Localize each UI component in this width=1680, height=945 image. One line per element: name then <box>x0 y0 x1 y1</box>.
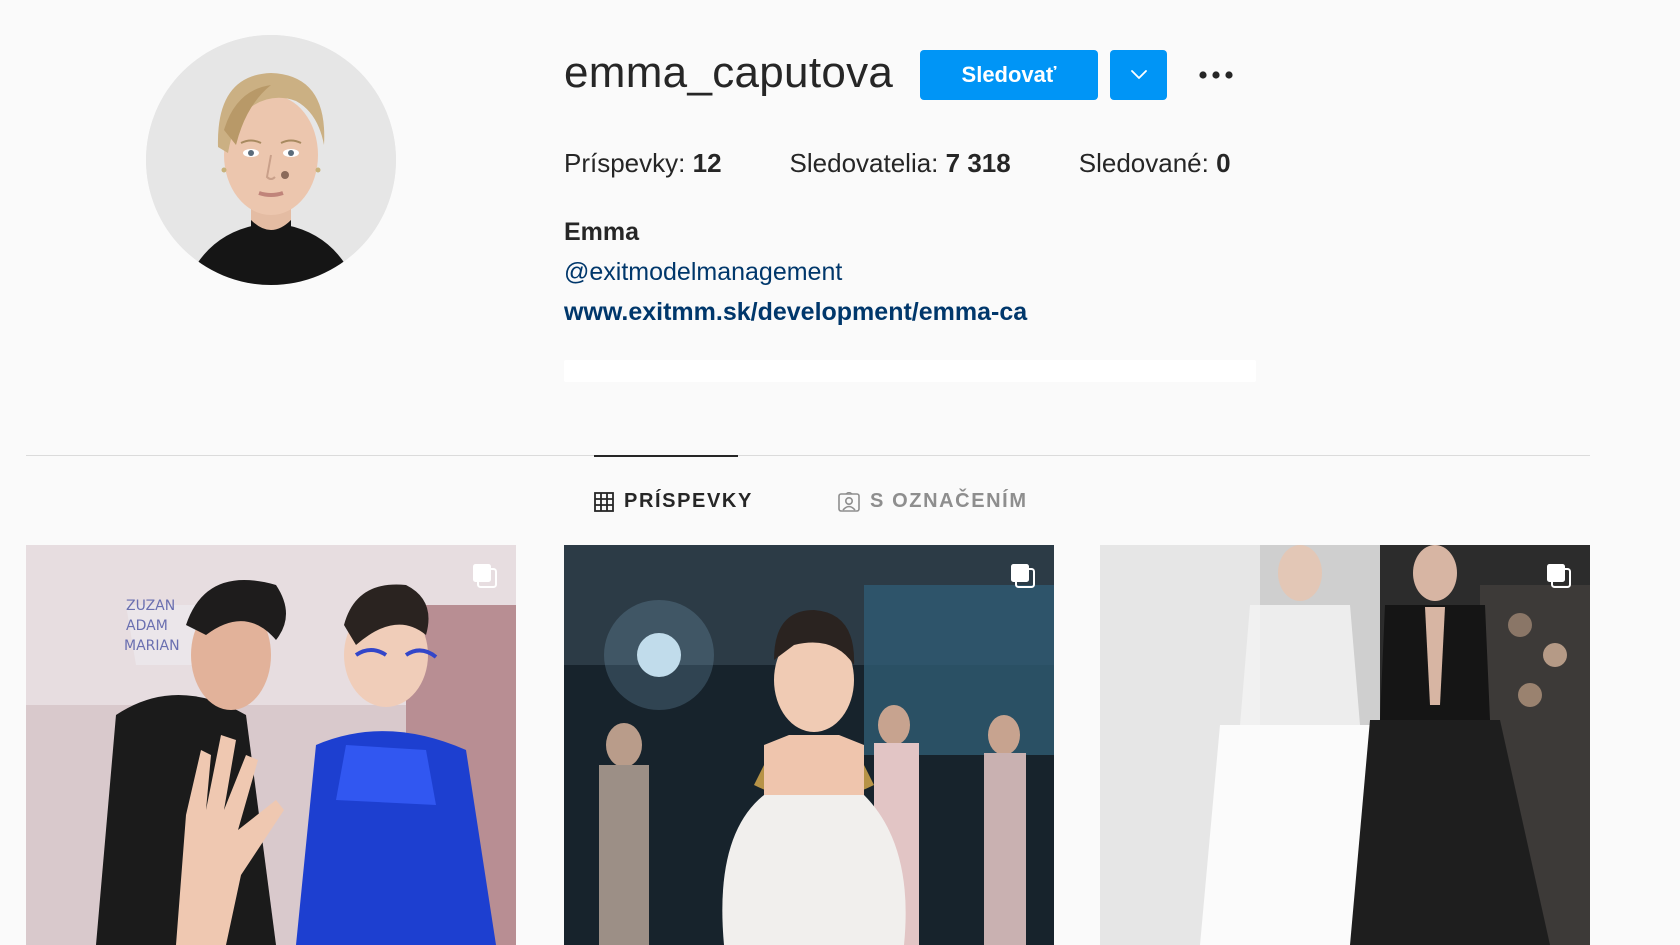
followers-count[interactable]: Sledovatelia: 7 318 <box>790 148 1011 179</box>
following-label: Sledované: <box>1078 148 1209 178</box>
post-tile[interactable] <box>564 545 1054 945</box>
post-image: ZUZAN ADAM MARIAN <box>26 545 516 945</box>
tab-posts-label: PRÍSPEVKY <box>624 490 753 512</box>
follow-button[interactable]: Sledovať <box>920 50 1098 100</box>
svg-text:ZUZAN: ZUZAN <box>126 598 175 614</box>
tabs-divider <box>26 455 1590 456</box>
post-tile[interactable] <box>1100 545 1590 945</box>
profile-avatar[interactable] <box>146 35 396 285</box>
following-count[interactable]: Sledované: 0 <box>1079 148 1231 179</box>
multiple-posts-icon <box>1011 564 1035 588</box>
post-image <box>1100 545 1590 945</box>
multiple-posts-icon <box>1547 564 1571 588</box>
posts-value: 12 <box>692 148 722 178</box>
following-value: 0 <box>1216 148 1231 178</box>
posts-label: Príspevky: <box>564 148 686 178</box>
grid-icon <box>594 491 614 512</box>
multiple-posts-icon <box>473 564 497 588</box>
tab-posts[interactable]: PRÍSPEVKY <box>594 490 753 513</box>
bio-placeholder <box>564 360 1256 382</box>
tagged-user-icon <box>838 491 860 512</box>
tab-tagged-label: S OZNAČENÍM <box>870 490 1028 512</box>
svg-text:ADAM: ADAM <box>126 618 168 634</box>
profile-stats: Príspevky: 12 Sledovatelia: 7 318 Sledov… <box>564 148 1299 179</box>
more-options-icon <box>1199 71 1233 79</box>
more-options-button[interactable] <box>1196 58 1236 92</box>
bio-website-link[interactable]: www.exitmm.sk/development/emma-ca <box>564 298 1027 327</box>
followers-value: 7 318 <box>945 148 1011 178</box>
post-image <box>564 545 1054 945</box>
profile-username: emma_caputova <box>564 48 894 97</box>
chevron-down-icon <box>1130 70 1147 79</box>
followers-label: Sledovatelia: <box>789 148 939 178</box>
bio-mention-link[interactable]: @exitmodelmanagement <box>564 258 842 287</box>
avatar-image <box>146 35 396 285</box>
post-tile[interactable]: ZUZAN ADAM MARIAN <box>26 545 516 945</box>
posts-count: Príspevky: 12 <box>564 148 722 179</box>
tab-tagged[interactable]: S OZNAČENÍM <box>838 490 1028 513</box>
active-tab-indicator <box>594 455 738 457</box>
svg-text:MARIAN: MARIAN <box>124 638 180 654</box>
profile-page: emma_caputova Sledovať Príspevky: 12 Sle… <box>0 0 1680 945</box>
profile-full-name: Emma <box>564 218 640 246</box>
suggested-accounts-button[interactable] <box>1110 50 1167 100</box>
